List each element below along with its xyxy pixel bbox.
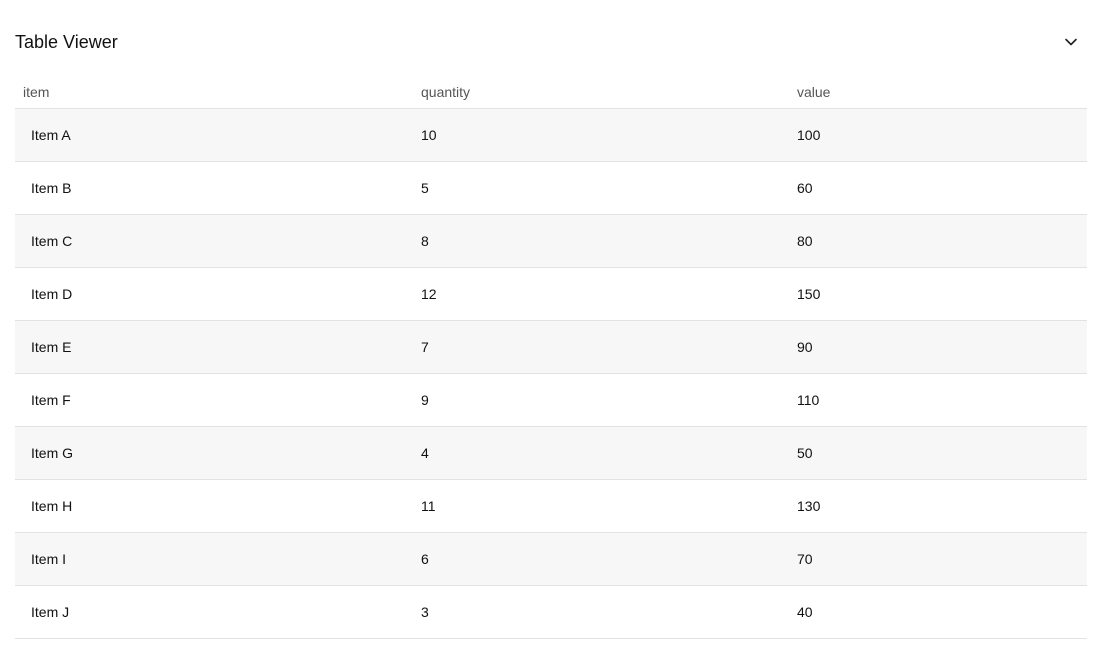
cell-item: Item J [15, 585, 413, 639]
table-header-row: item quantity value [15, 84, 1087, 109]
cell-item: Item C [15, 214, 413, 268]
cell-quantity: 4 [413, 426, 789, 480]
table-body: Item A 10 100 Item B 5 60 Item C 8 80 Item D 12 150… [15, 108, 1087, 639]
table-row[interactable]: Item H 11 130 [15, 479, 1087, 533]
table-row[interactable]: Item D 12 150 [15, 267, 1087, 321]
cell-value: 80 [789, 214, 1087, 268]
table-row[interactable]: Item G 4 50 [15, 426, 1087, 480]
table-row[interactable]: Item I 6 70 [15, 532, 1087, 586]
cell-quantity: 8 [413, 214, 789, 268]
column-header-value[interactable]: value [789, 84, 1087, 109]
cell-item: Item H [15, 479, 413, 533]
table-row[interactable]: Item A 10 100 [15, 108, 1087, 162]
cell-quantity: 3 [413, 585, 789, 639]
cell-quantity: 12 [413, 267, 789, 321]
cell-quantity: 5 [413, 161, 789, 215]
table-row[interactable]: Item J 3 40 [15, 585, 1087, 639]
table-row[interactable]: Item C 8 80 [15, 214, 1087, 268]
cell-quantity: 7 [413, 320, 789, 374]
cell-value: 40 [789, 585, 1087, 639]
cell-value: 110 [789, 373, 1087, 427]
cell-item: Item A [15, 108, 413, 162]
cell-quantity: 10 [413, 108, 789, 162]
panel-header: Table Viewer [15, 0, 1087, 84]
table-row[interactable]: Item B 5 60 [15, 161, 1087, 215]
data-table: item quantity value Item A 10 100 Item B 5 60… [15, 84, 1087, 639]
cell-item: Item B [15, 161, 413, 215]
chevron-down-icon [1065, 38, 1077, 46]
table-row[interactable]: Item F 9 110 [15, 373, 1087, 427]
cell-quantity: 9 [413, 373, 789, 427]
column-header-quantity[interactable]: quantity [413, 84, 789, 109]
cell-item: Item I [15, 532, 413, 586]
collapse-toggle-button[interactable] [1061, 32, 1081, 52]
cell-quantity: 6 [413, 532, 789, 586]
cell-value: 60 [789, 161, 1087, 215]
cell-item: Item E [15, 320, 413, 374]
cell-value: 70 [789, 532, 1087, 586]
table-viewer-panel: Table Viewer item quantity value Item A1… [15, 0, 1087, 639]
cell-value: 100 [789, 108, 1087, 162]
cell-value: 130 [789, 479, 1087, 533]
cell-value: 50 [789, 426, 1087, 480]
panel-title: Table Viewer [15, 32, 118, 52]
table-row[interactable]: Item E 7 90 [15, 320, 1087, 374]
cell-quantity: 11 [413, 479, 789, 533]
cell-item: Item D [15, 267, 413, 321]
cell-value: 150 [789, 267, 1087, 321]
column-header-item[interactable]: item [15, 84, 413, 109]
cell-item: Item F [15, 373, 413, 427]
cell-item: Item G [15, 426, 413, 480]
cell-value: 90 [789, 320, 1087, 374]
